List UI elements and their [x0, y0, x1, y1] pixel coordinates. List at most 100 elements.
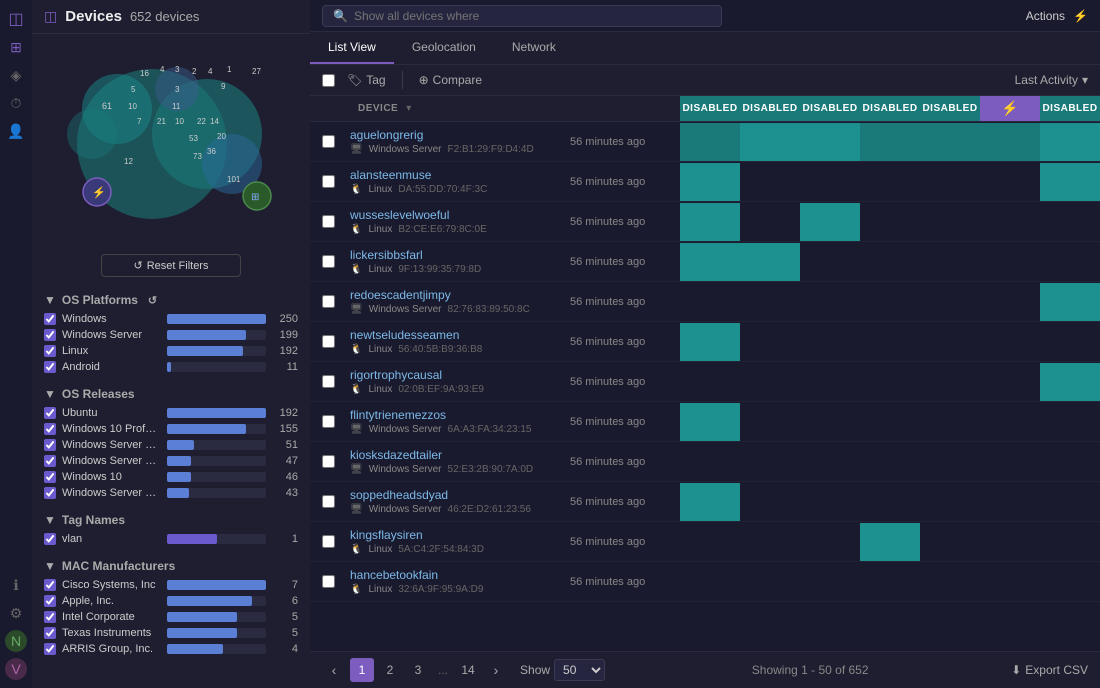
filter-ubuntu-count: 192 [272, 407, 298, 419]
row-checkbox[interactable] [322, 295, 335, 308]
device-name-link[interactable]: alansteenmuse [350, 168, 566, 182]
filter-apple-checkbox[interactable] [44, 595, 56, 607]
lightning-icon[interactable]: ⚡ [1073, 9, 1088, 23]
disabled-col-3[interactable]: DISABLED [800, 96, 860, 121]
row-checkbox[interactable] [322, 415, 335, 428]
row-checkbox[interactable] [322, 455, 335, 468]
filter-win10-bar [167, 472, 191, 482]
search-bar[interactable]: 🔍 [322, 5, 722, 27]
last-activity-button[interactable]: Last Activity ▾ [1015, 73, 1088, 87]
row-checkbox[interactable] [322, 255, 335, 268]
device-name-link[interactable]: kiosksdazedtailer [350, 448, 566, 462]
row-checkbox[interactable] [322, 175, 335, 188]
actions-button[interactable]: Actions [1026, 9, 1065, 23]
row-checkbox-wrap [310, 535, 346, 548]
row-checkbox[interactable] [322, 495, 335, 508]
export-csv-button[interactable]: ⬇ Export CSV [1011, 663, 1088, 677]
filter-winsrv2016-checkbox[interactable] [44, 455, 56, 467]
tab-network[interactable]: Network [494, 32, 574, 64]
filter-win10-checkbox[interactable] [44, 471, 56, 483]
filter-linux-checkbox[interactable] [44, 345, 56, 357]
filter-texas-checkbox[interactable] [44, 627, 56, 639]
os-platforms-header[interactable]: ▼ OS Platforms ↺ [44, 293, 298, 307]
device-name-link[interactable]: soppedheadsdyad [350, 488, 566, 502]
filter-ubuntu-checkbox[interactable] [44, 407, 56, 419]
device-name-link[interactable]: newtseludesseamen [350, 328, 566, 342]
chevron-tag-names-icon: ▼ [44, 513, 56, 527]
device-name-link[interactable]: redoescadentjimpy [350, 288, 566, 302]
nav-avatar[interactable]: N [5, 630, 27, 652]
nav-info-icon[interactable]: ℹ [5, 574, 27, 596]
filter-android-checkbox[interactable] [44, 361, 56, 373]
data-cell-3 [860, 523, 920, 561]
select-all-checkbox[interactable] [322, 74, 335, 87]
os-platforms-label: OS Platforms [62, 293, 138, 307]
nav-user-icon[interactable]: 👤 [5, 120, 27, 142]
nav-grid-icon[interactable]: ⊞ [5, 36, 27, 58]
row-checkbox[interactable] [322, 535, 335, 548]
nav-chart-icon[interactable]: ◈ [5, 64, 27, 86]
device-mac-address: B2:CE:E6:79:8C:0E [398, 224, 486, 235]
tag-button[interactable]: 🏷 Tag [347, 73, 386, 87]
filter-winsrv-checkbox[interactable] [44, 329, 56, 341]
disabled-col-7[interactable]: DISABLED [1040, 96, 1100, 121]
filter-winsrv2019-checkbox[interactable] [44, 487, 56, 499]
tab-list-view[interactable]: List View [310, 32, 394, 64]
page-1-button[interactable]: 1 [350, 658, 374, 682]
device-name-link[interactable]: flintytrienemezzos [350, 408, 566, 422]
reset-filters-button[interactable]: ↺ Reset Filters [101, 254, 241, 277]
tab-geolocation[interactable]: Geolocation [394, 32, 494, 64]
device-name-link[interactable]: kingsflaysiren [350, 528, 566, 542]
filter-vlan-checkbox[interactable] [44, 533, 56, 545]
search-input[interactable] [354, 9, 711, 23]
device-name-link[interactable]: wusseslevelwoeful [350, 208, 566, 222]
row-checkbox[interactable] [322, 135, 335, 148]
row-last-activity: 56 minutes ago [570, 296, 680, 308]
row-checkbox[interactable] [322, 215, 335, 228]
data-cell-2 [800, 483, 860, 521]
disabled-col-4[interactable]: DISABLED [860, 96, 920, 121]
device-name-link[interactable]: aguelongrerig [350, 128, 566, 142]
row-device-info: kiosksdazedtailer 🖥 Windows Server 52:E3… [346, 442, 570, 481]
page-3-button[interactable]: 3 [406, 658, 430, 682]
filter-arris-checkbox[interactable] [44, 643, 56, 655]
filter-cisco-checkbox[interactable] [44, 579, 56, 591]
disabled-col-6-active[interactable]: ⚡ [980, 96, 1040, 121]
filter-ubuntu-bar [167, 408, 266, 418]
nav-avatar2[interactable]: V [5, 658, 27, 680]
filter-winsrv2016-bar-wrap [167, 456, 266, 466]
next-page-button[interactable]: › [484, 658, 508, 682]
compare-button[interactable]: ⊕ Compare [419, 73, 482, 87]
page-2-button[interactable]: 2 [378, 658, 402, 682]
os-icon: 🖥 [350, 304, 363, 315]
nav-time-icon[interactable]: ⏱ [5, 92, 27, 114]
filter-windows-checkbox[interactable] [44, 313, 56, 325]
filter-texas-count: 5 [272, 627, 298, 639]
disabled-col-2[interactable]: DISABLED [740, 96, 800, 121]
row-data-cells [680, 403, 1100, 441]
mac-manufacturers-header[interactable]: ▼ MAC Manufacturers [44, 559, 298, 573]
filter-intel-checkbox[interactable] [44, 611, 56, 623]
nav-settings-icon[interactable]: ⚙ [5, 602, 27, 624]
data-cell-1 [740, 403, 800, 441]
row-checkbox[interactable] [322, 375, 335, 388]
os-releases-header[interactable]: ▼ OS Releases [44, 387, 298, 401]
row-checkbox[interactable] [322, 335, 335, 348]
prev-page-button[interactable]: ‹ [322, 658, 346, 682]
disabled-col-1[interactable]: DISABLED [680, 96, 740, 121]
data-cell-3 [860, 403, 920, 441]
tag-names-header[interactable]: ▼ Tag Names [44, 513, 298, 527]
filter-winsrv2016data-bar-wrap [167, 440, 266, 450]
refresh-icon[interactable]: ↺ [148, 294, 157, 307]
device-name-link[interactable]: rigortrophycausal [350, 368, 566, 382]
show-count-select[interactable]: 50 25 100 [554, 659, 605, 681]
page-14-button[interactable]: 14 [456, 658, 480, 682]
filter-win10pro-checkbox[interactable] [44, 423, 56, 435]
device-name-link[interactable]: lickersibbsfarl [350, 248, 566, 262]
device-name-link[interactable]: hancebetookfain [350, 568, 566, 582]
os-icon: 🐧 [350, 264, 362, 275]
filter-winsrv2016data-checkbox[interactable] [44, 439, 56, 451]
disabled-col-5[interactable]: DISABLED [920, 96, 980, 121]
data-cell-5 [980, 443, 1040, 481]
row-checkbox[interactable] [322, 575, 335, 588]
